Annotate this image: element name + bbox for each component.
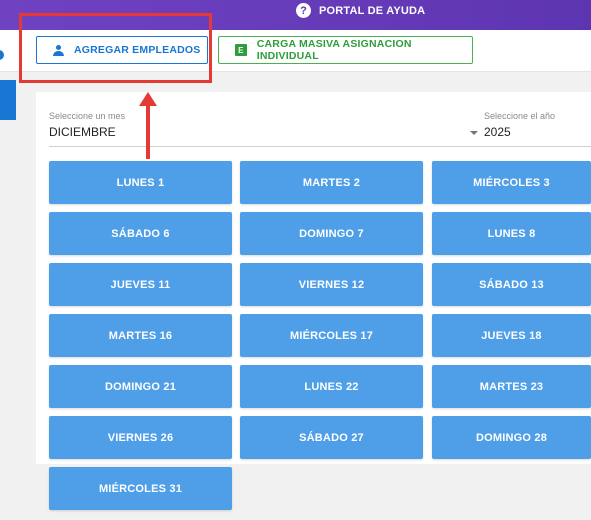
- day-button[interactable]: DOMINGO 28: [432, 416, 591, 459]
- day-button[interactable]: MARTES 2: [240, 161, 423, 204]
- bulk-upload-label: CARGA MASIVA ASIGNACION INDIVIDUAL: [256, 38, 412, 62]
- day-button[interactable]: LUNES 22: [240, 365, 423, 408]
- top-header-bar: ? PORTAL DE AYUDA: [0, 0, 591, 30]
- day-button[interactable]: MIÉRCOLES 17: [240, 314, 423, 357]
- dropdown-arrow-icon[interactable]: [470, 131, 478, 135]
- day-button[interactable]: MARTES 16: [49, 314, 232, 357]
- day-button[interactable]: MARTES 23: [432, 365, 591, 408]
- sidebar-active-indicator[interactable]: [0, 80, 16, 120]
- year-select-label: Seleccione el año: [484, 111, 556, 121]
- add-employees-label: AGREGAR EMPLEADOS: [74, 44, 201, 56]
- day-button[interactable]: MIÉRCOLES 31: [49, 467, 232, 510]
- help-icon: ?: [296, 3, 311, 18]
- year-select[interactable]: 2025: [484, 125, 511, 139]
- excel-icon: E: [235, 44, 247, 56]
- day-button[interactable]: DOMINGO 21: [49, 365, 232, 408]
- day-button[interactable]: VIERNES 12: [240, 263, 423, 306]
- day-button[interactable]: MIÉRCOLES 3: [432, 161, 591, 204]
- help-portal-label: PORTAL DE AYUDA: [319, 4, 426, 17]
- day-button[interactable]: SÁBADO 27: [240, 416, 423, 459]
- day-button[interactable]: SÁBADO 13: [432, 263, 591, 306]
- day-button[interactable]: JUEVES 11: [49, 263, 232, 306]
- add-employees-button[interactable]: AGREGAR EMPLEADOS: [36, 36, 208, 64]
- bulk-upload-button[interactable]: E CARGA MASIVA ASIGNACION INDIVIDUAL: [218, 36, 473, 64]
- day-button[interactable]: LUNES 1: [49, 161, 232, 204]
- day-button[interactable]: JUEVES 18: [432, 314, 591, 357]
- person-icon: [53, 44, 64, 56]
- select-underline: [49, 146, 591, 147]
- month-select-label: Seleccione un mes: [49, 111, 126, 121]
- day-button[interactable]: DOMINGO 7: [240, 212, 423, 255]
- annotation-arrow-shaft: [146, 104, 150, 159]
- day-button[interactable]: LUNES 8: [432, 212, 591, 255]
- help-portal-link[interactable]: ? PORTAL DE AYUDA: [296, 3, 425, 18]
- annotation-arrow-icon: [139, 92, 157, 106]
- day-button[interactable]: VIERNES 26: [49, 416, 232, 459]
- month-select[interactable]: DICIEMBRE: [49, 125, 116, 139]
- day-button[interactable]: SÁBADO 6: [49, 212, 232, 255]
- action-toolbar: AGREGAR EMPLEADOS E CARGA MASIVA ASIGNAC…: [0, 30, 591, 72]
